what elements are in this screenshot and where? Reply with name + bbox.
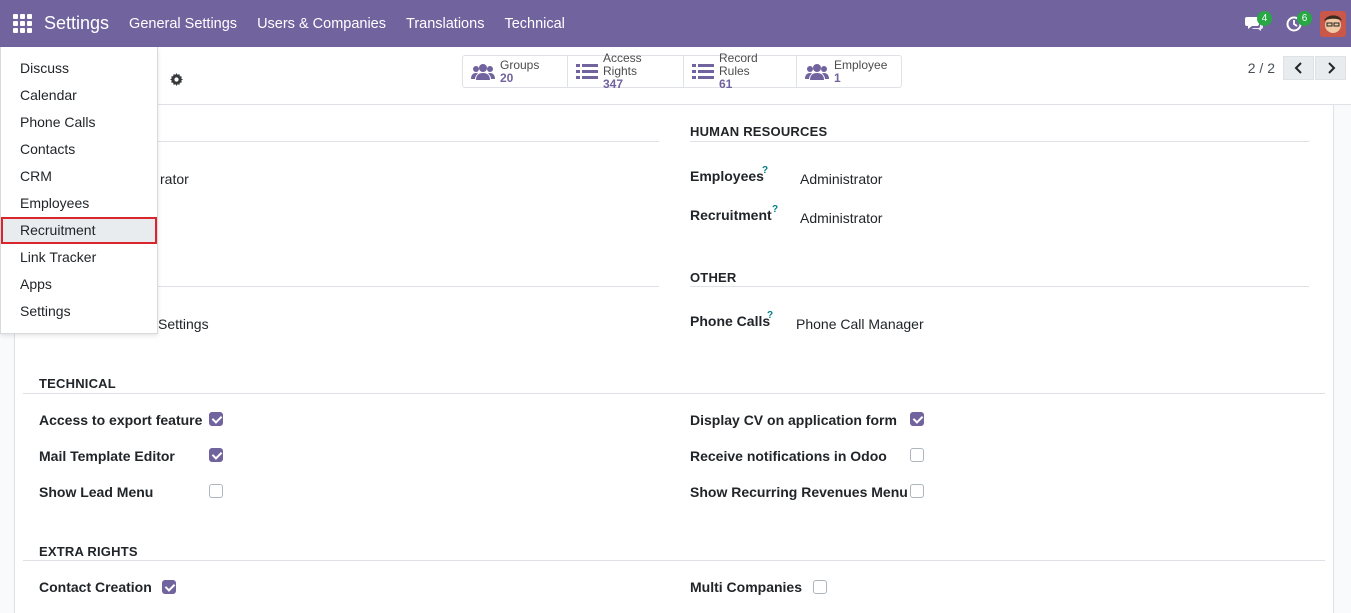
help-tooltip-icon[interactable]: ? <box>762 165 768 176</box>
users-icon <box>471 63 495 81</box>
pager: 2 / 2 <box>1248 56 1351 80</box>
users-icon <box>805 63 829 81</box>
section-divider <box>690 286 1309 287</box>
smart-button-label: Access Rights <box>603 51 642 78</box>
help-tooltip-icon[interactable]: ? <box>767 310 773 321</box>
section-divider <box>145 141 659 142</box>
mail-template-editor-checkbox[interactable] <box>209 448 223 462</box>
display-cv-checkbox[interactable] <box>910 412 924 426</box>
smart-button-value: 347 <box>603 77 624 91</box>
smart-button-value: 1 <box>834 70 841 85</box>
menu-technical[interactable]: Technical <box>494 16 574 32</box>
list-icon <box>692 63 714 80</box>
access-export-checkbox[interactable] <box>209 412 223 426</box>
avatar-image-icon <box>1320 10 1346 37</box>
multi-companies-checkbox[interactable] <box>813 580 827 594</box>
section-divider <box>23 560 1325 561</box>
gear-icon[interactable] <box>170 73 183 89</box>
control-panel: n Groups20 Access Rights347 Record Rules… <box>0 47 1351 105</box>
section-divider <box>23 393 1325 394</box>
smart-button-label: Employee <box>834 57 888 72</box>
smart-button-label: Record Rules <box>719 51 758 78</box>
recurring-revenues-checkbox[interactable] <box>910 484 924 498</box>
app-item-contacts[interactable]: Contacts <box>1 136 157 163</box>
pager-next-button[interactable] <box>1315 56 1346 80</box>
activities-button[interactable]: 6 <box>1274 0 1314 47</box>
pager-value[interactable]: 2 / 2 <box>1248 60 1275 76</box>
employees-value[interactable]: Administrator <box>800 171 882 187</box>
app-item-recruitment[interactable]: Recruitment <box>1 217 157 244</box>
activities-count-badge: 6 <box>1297 11 1312 26</box>
section-title-extra-rights: EXTRA RIGHTS <box>39 544 138 559</box>
phone-calls-label: Phone Calls <box>690 313 771 329</box>
receive-notifications-checkbox[interactable] <box>910 448 924 462</box>
contact-creation-label: Contact Creation <box>39 579 152 595</box>
app-item-settings[interactable]: Settings <box>1 298 157 325</box>
help-tooltip-icon[interactable]: ? <box>772 204 778 215</box>
display-cv-label: Display CV on application form <box>690 412 897 428</box>
mail-template-editor-label: Mail Template Editor <box>39 448 175 464</box>
employee-smart-button[interactable]: Employee 1 <box>797 56 901 87</box>
app-brand[interactable]: Settings <box>44 13 109 34</box>
show-lead-menu-label: Show Lead Menu <box>39 484 154 500</box>
employees-label: Employees <box>690 168 764 184</box>
section-divider <box>145 286 659 287</box>
app-item-link-tracker[interactable]: Link Tracker <box>1 244 157 271</box>
section-title-other: OTHER <box>690 270 737 285</box>
recurring-revenues-label: Show Recurring Revenues Menu <box>690 484 908 500</box>
app-item-apps[interactable]: Apps <box>1 271 157 298</box>
messages-count-badge: 4 <box>1257 11 1272 26</box>
smart-button-value: 61 <box>719 77 733 91</box>
chevron-left-icon <box>1294 62 1302 74</box>
smart-buttons: Groups 20 Access Rights 347 Record Rules 61… <box>462 52 902 91</box>
app-item-calendar[interactable]: Calendar <box>1 82 157 109</box>
menu-translations[interactable]: Translations <box>396 16 494 32</box>
chevron-right-icon <box>1327 62 1335 74</box>
multi-companies-label: Multi Companies <box>690 579 803 595</box>
pager-previous-button[interactable] <box>1283 56 1314 80</box>
recruitment-label: Recruitment <box>690 207 772 223</box>
form-sheet: rator Settings HUMAN RESOURCES Employees… <box>14 105 1334 613</box>
recruitment-value[interactable]: Administrator <box>800 210 882 226</box>
record-rules-smart-button[interactable]: Record Rules 61 <box>684 52 797 91</box>
receive-notifications-label: Receive notifications in Odoo <box>690 448 887 464</box>
apps-dropdown-menu: Discuss Calendar Phone Calls Contacts CR… <box>0 47 158 334</box>
list-icon <box>576 63 598 80</box>
top-navbar: Settings General Settings Users & Compan… <box>0 0 1351 47</box>
smart-button-value: 20 <box>500 70 514 85</box>
messages-button[interactable]: 4 <box>1234 0 1274 47</box>
phone-calls-value[interactable]: Phone Call Manager <box>796 316 924 332</box>
section-title-technical: TECHNICAL <box>39 376 116 391</box>
apps-grid-icon <box>12 14 32 33</box>
contact-creation-checkbox[interactable] <box>162 580 176 594</box>
apps-menu-button[interactable] <box>0 0 44 47</box>
user-avatar[interactable] <box>1320 10 1346 37</box>
smart-button-label: Groups <box>500 57 540 72</box>
section-title-human-resources: HUMAN RESOURCES <box>690 124 828 139</box>
app-item-crm[interactable]: CRM <box>1 163 157 190</box>
app-item-discuss[interactable]: Discuss <box>1 55 157 82</box>
menu-users-companies[interactable]: Users & Companies <box>247 16 396 32</box>
left-field-value[interactable]: Settings <box>158 316 209 332</box>
app-item-phone-calls[interactable]: Phone Calls <box>1 109 157 136</box>
access-rights-smart-button[interactable]: Access Rights 347 <box>568 52 684 91</box>
app-item-employees[interactable]: Employees <box>1 190 157 217</box>
left-field-value[interactable]: rator <box>160 171 189 187</box>
menu-general-settings[interactable]: General Settings <box>119 16 247 32</box>
section-divider <box>690 141 1309 142</box>
show-lead-menu-checkbox[interactable] <box>209 484 223 498</box>
access-export-label: Access to export feature <box>39 412 203 428</box>
groups-smart-button[interactable]: Groups 20 <box>463 56 568 87</box>
